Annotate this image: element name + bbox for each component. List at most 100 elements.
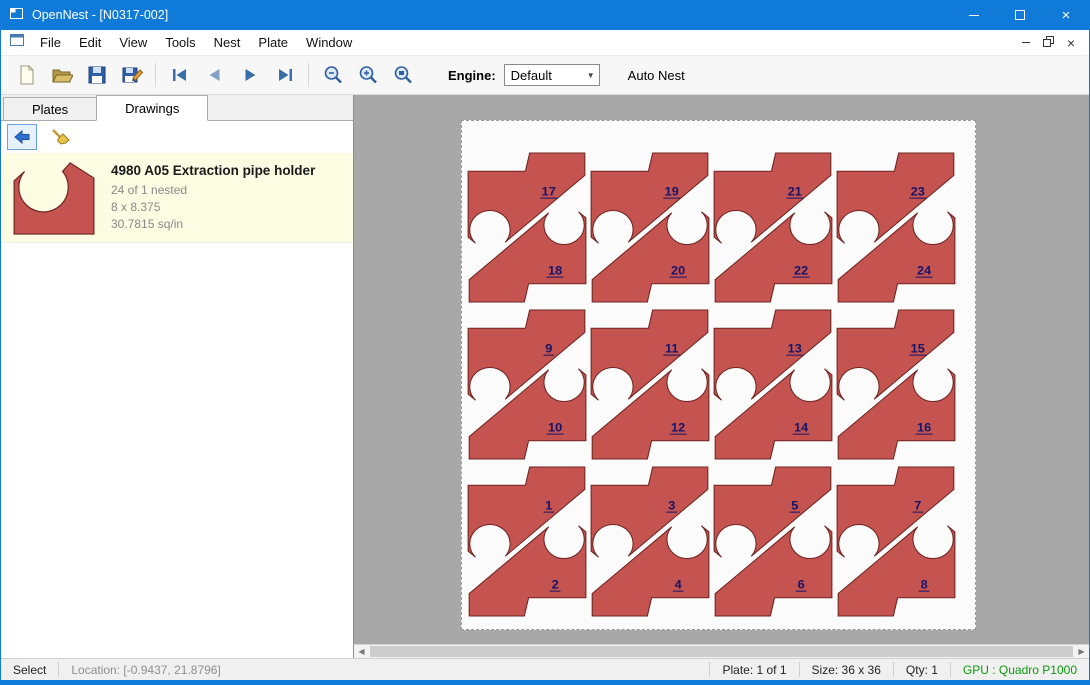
nested-part[interactable] bbox=[468, 467, 585, 557]
new-document-icon bbox=[16, 64, 38, 86]
scrollbar-thumb[interactable] bbox=[370, 646, 1073, 657]
save-button[interactable] bbox=[79, 60, 114, 90]
nested-pair[interactable]: 1718 bbox=[466, 149, 588, 306]
nested-part[interactable] bbox=[468, 310, 585, 400]
nested-part[interactable] bbox=[592, 369, 709, 459]
nested-pair[interactable]: 12 bbox=[466, 463, 588, 620]
engine-select[interactable]: Default ▼ bbox=[504, 64, 600, 86]
nested-part[interactable] bbox=[592, 526, 709, 616]
nested-part[interactable] bbox=[592, 212, 709, 302]
nested-part[interactable] bbox=[469, 212, 586, 302]
nested-pair[interactable]: 56 bbox=[712, 463, 834, 620]
left-panel: Plates Drawings bbox=[1, 95, 353, 658]
menubar: File Edit View Tools Nest Plate Window × bbox=[1, 30, 1089, 56]
menu-plate[interactable]: Plate bbox=[249, 31, 297, 54]
nested-part[interactable] bbox=[838, 526, 955, 616]
nested-pair[interactable]: 34 bbox=[589, 463, 711, 620]
menu-nest[interactable]: Nest bbox=[205, 31, 250, 54]
assign-drawing-button[interactable] bbox=[7, 124, 37, 150]
chevron-down-icon: ▼ bbox=[583, 71, 599, 80]
mdi-minimize-icon[interactable] bbox=[1022, 42, 1030, 43]
nested-pair[interactable]: 2324 bbox=[835, 149, 957, 306]
part-number-label: 9 bbox=[545, 342, 552, 356]
nested-pair[interactable]: 1920 bbox=[589, 149, 711, 306]
save-as-button[interactable] bbox=[114, 60, 149, 90]
close-button[interactable]: × bbox=[1043, 0, 1089, 30]
part-number-label: 16 bbox=[917, 421, 931, 435]
drawing-info: 4980 A05 Extraction pipe holder 24 of 1 … bbox=[111, 160, 315, 235]
nested-part[interactable] bbox=[591, 467, 708, 557]
nested-pair[interactable]: 9 10 bbox=[466, 306, 588, 463]
previous-plate-button[interactable] bbox=[197, 60, 232, 90]
status-qty: Qty: 1 bbox=[894, 663, 950, 677]
nested-part[interactable] bbox=[837, 467, 954, 557]
maximize-button[interactable] bbox=[997, 0, 1043, 30]
menu-file[interactable]: File bbox=[31, 31, 70, 54]
mdi-close-icon[interactable]: × bbox=[1067, 36, 1075, 50]
nested-part[interactable] bbox=[469, 369, 586, 459]
menu-window[interactable]: Window bbox=[297, 31, 361, 54]
drawing-size: 8 x 8.375 bbox=[111, 199, 315, 216]
nested-pair[interactable]: 2122 bbox=[712, 149, 834, 306]
nested-part[interactable] bbox=[838, 212, 955, 302]
tab-drawings[interactable]: Drawings bbox=[96, 95, 208, 121]
part-number-label: 23 bbox=[911, 185, 925, 199]
scroll-left-icon[interactable]: ◀ bbox=[354, 645, 369, 658]
nested-part[interactable] bbox=[591, 310, 708, 400]
part-number-label: 8 bbox=[921, 578, 928, 592]
nested-pair[interactable]: 1516 bbox=[835, 306, 957, 463]
nested-part[interactable] bbox=[838, 369, 955, 459]
nested-part[interactable] bbox=[468, 153, 585, 243]
maximize-icon bbox=[1015, 10, 1025, 20]
nested-part[interactable] bbox=[714, 153, 831, 243]
open-button[interactable] bbox=[44, 60, 79, 90]
zoom-out-button[interactable] bbox=[315, 60, 350, 90]
part-number-label: 6 bbox=[798, 578, 805, 592]
first-arrow-icon bbox=[169, 64, 191, 86]
auto-nest-button[interactable]: Auto Nest bbox=[622, 64, 691, 87]
nested-pair[interactable]: 78 bbox=[835, 463, 957, 620]
part-number-label: 7 bbox=[914, 499, 921, 513]
first-plate-button[interactable] bbox=[162, 60, 197, 90]
titlebar: OpenNest - [N0317-002] × bbox=[1, 0, 1089, 30]
part-number-label: 15 bbox=[911, 342, 925, 356]
nested-pair[interactable]: 1112 bbox=[589, 306, 711, 463]
last-plate-button[interactable] bbox=[267, 60, 302, 90]
status-location: Location: [-0.9437, 21.8796] bbox=[59, 663, 232, 677]
scroll-right-icon[interactable]: ▶ bbox=[1074, 645, 1089, 658]
horizontal-scrollbar[interactable]: ◀ ▶ bbox=[354, 644, 1089, 658]
status-size: Size: 36 x 36 bbox=[800, 663, 893, 677]
new-document-button[interactable] bbox=[9, 60, 44, 90]
part-number-label: 5 bbox=[791, 499, 798, 513]
nested-part[interactable] bbox=[714, 467, 831, 557]
next-plate-button[interactable] bbox=[232, 60, 267, 90]
part-number-label: 12 bbox=[671, 421, 685, 435]
nest-canvas[interactable]: 171819202122232491011121314151612345678 … bbox=[353, 95, 1089, 658]
menu-edit[interactable]: Edit bbox=[70, 31, 110, 54]
broom-icon bbox=[50, 127, 70, 147]
drawing-list-item[interactable]: 4980 A05 Extraction pipe holder 24 of 1 … bbox=[1, 153, 353, 243]
minimize-button[interactable] bbox=[951, 0, 997, 30]
nested-part[interactable] bbox=[715, 526, 832, 616]
menu-view[interactable]: View bbox=[110, 31, 156, 54]
zoom-in-button[interactable] bbox=[350, 60, 385, 90]
menu-tools[interactable]: Tools bbox=[156, 31, 204, 54]
nested-part[interactable] bbox=[837, 153, 954, 243]
tab-plates[interactable]: Plates bbox=[3, 97, 97, 120]
last-arrow-icon bbox=[274, 64, 296, 86]
clean-button[interactable] bbox=[45, 124, 75, 150]
nested-part[interactable] bbox=[837, 310, 954, 400]
part-number-label: 14 bbox=[794, 421, 808, 435]
nested-part[interactable] bbox=[714, 310, 831, 400]
zoom-fit-button[interactable] bbox=[385, 60, 420, 90]
nested-part[interactable] bbox=[591, 153, 708, 243]
nested-pair[interactable]: 1314 bbox=[712, 306, 834, 463]
mdi-restore-icon[interactable] bbox=[1043, 34, 1054, 52]
open-folder-icon bbox=[51, 64, 73, 86]
nested-part[interactable] bbox=[715, 212, 832, 302]
nested-part[interactable] bbox=[715, 369, 832, 459]
part-number-label: 10 bbox=[548, 421, 562, 435]
part-number-label: 1 bbox=[545, 499, 552, 513]
tabstrip: Plates Drawings bbox=[1, 95, 353, 121]
nested-part[interactable] bbox=[469, 526, 586, 616]
